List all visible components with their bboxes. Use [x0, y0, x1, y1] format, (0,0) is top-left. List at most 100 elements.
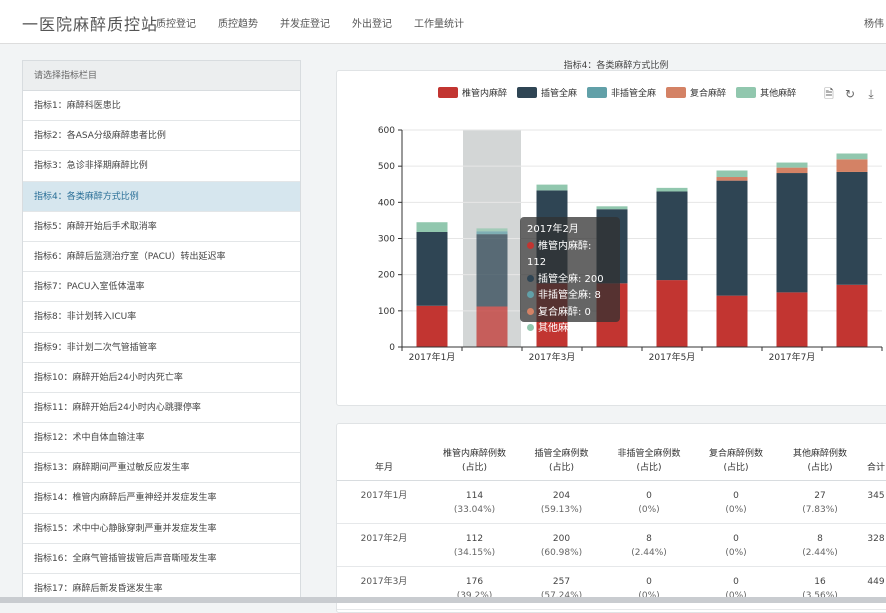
data-table: 年月 椎管内麻醉例数 (占比) 插管全麻例数 (占比) 非插管全麻例数 (占比) 复合麻醉例数… [337, 438, 886, 610]
sidebar-item-indicator-14[interactable]: 指标14：椎管内麻醉后严重神经并发症发生率 [23, 483, 300, 514]
legend-swatch [666, 87, 687, 98]
legend-item-1[interactable]: 椎管内麻醉 [438, 86, 507, 99]
percent-value: (7.83%) [802, 504, 838, 515]
series-dot-icon [527, 324, 534, 331]
series-dot-icon [527, 291, 534, 298]
nav-complication-register[interactable]: 并发症登记 [280, 15, 330, 30]
percent-value: (2.44%) [802, 547, 838, 558]
column-header-sub: (占比) [636, 462, 662, 473]
sidebar-item-indicator-4[interactable]: 指标4：各类麻醉方式比例 [23, 181, 300, 212]
bar-segment [716, 180, 748, 296]
nav-workload-stats[interactable]: 工作量统计 [414, 15, 464, 30]
download-icon[interactable]: ⤓ [864, 87, 878, 101]
column-header: 年月 [337, 438, 431, 481]
user-menu[interactable]: 杨伟 [864, 15, 886, 30]
column-header: 合计 [861, 438, 886, 481]
column-header-label: 插管全麻例数 [534, 448, 589, 459]
sidebar-item-indicator-8[interactable]: 指标8：非计划转入ICU率 [23, 302, 300, 333]
chart-tooltip: 2017年2月 椎管内麻醉: 112 插管全麻: 200 非插管全麻: 8 复合麻醉:… [520, 217, 620, 334]
tooltip-row-text: 非插管全麻: 8 [538, 290, 601, 301]
sidebar-item-indicator-2[interactable]: 指标2：各ASA分级麻醉患者比例 [23, 121, 300, 152]
y-tick-label: 600 [378, 126, 395, 136]
column-header: 其他麻醉例数 (占比) [779, 438, 861, 481]
sidebar-item-indicator-5[interactable]: 指标5：麻醉开始后手术取消率 [23, 212, 300, 242]
bar-segment [776, 162, 808, 168]
sidebar-header: 请选择指标栏目 [23, 61, 300, 91]
x-tick-label: 2017年1月 [409, 351, 456, 363]
legend-item-2[interactable]: 插管全麻 [517, 86, 577, 99]
x-tick-label: 2017年5月 [649, 351, 696, 363]
sidebar-item-indicator-6[interactable]: 指标6：麻醉后监测治疗室（PACU）转出延迟率 [23, 242, 300, 273]
column-header-label: 椎管内麻醉例数 [442, 448, 506, 459]
count-cell: 204 (59.13%) [518, 480, 605, 524]
column-header: 复合麻醉例数 (占比) [693, 438, 779, 481]
count-cell: 0 (0%) [693, 480, 779, 524]
nav-quality-register[interactable]: 质控登记 [156, 15, 196, 30]
count-value: 204 [552, 490, 571, 501]
legend-item-3[interactable]: 非插管全麻 [587, 86, 656, 99]
count-value: 8 [646, 533, 652, 544]
legend-item-5[interactable]: 其他麻醉 [736, 86, 796, 99]
sidebar-item-indicator-16[interactable]: 指标16：全麻气管插管拔管后声音嘶哑发生率 [23, 544, 300, 574]
bar-segment [836, 284, 868, 347]
bar-segment [656, 191, 688, 281]
sidebar-item-indicator-9[interactable]: 指标9：非计划二次气管插管率 [23, 333, 300, 363]
chart-toolbox: 🗎 ↻ ⤓ [822, 87, 878, 101]
count-value: 0 [733, 533, 739, 544]
count-value: 0 [646, 576, 652, 587]
tooltip-row: 椎管内麻醉: 112 [527, 239, 613, 272]
nav-outing-register[interactable]: 外出登记 [352, 15, 392, 30]
nav-quality-trend[interactable]: 质控趋势 [218, 15, 258, 30]
legend-label: 复合麻醉 [690, 89, 727, 99]
sidebar-item-indicator-1[interactable]: 指标1：麻醉科医患比 [23, 91, 300, 122]
sidebar-item-indicator-11[interactable]: 指标11：麻醉开始后24小时内心跳骤停率 [23, 393, 300, 424]
indicator-list: 指标1：麻醉科医患比 指标2：各ASA分级麻醉患者比例 指标3：急诊非择期麻醉比例指… [23, 91, 300, 602]
legend-swatch [438, 87, 458, 98]
y-tick-label: 0 [389, 343, 395, 353]
sidebar-item-indicator-10[interactable]: 指标10：麻醉开始后24小时内死亡率 [23, 363, 300, 393]
count-value: 0 [733, 576, 739, 587]
bar-segment [836, 153, 868, 160]
column-header-sub: (占比) [807, 462, 833, 473]
data-view-icon[interactable]: 🗎 [822, 87, 836, 101]
sidebar-item-indicator-7[interactable]: 指标7：PACU入室低体温率 [23, 272, 300, 303]
tooltip-title: 2017年2月 [527, 224, 579, 235]
table-header-row: 年月 椎管内麻醉例数 (占比) 插管全麻例数 (占比) 非插管全麻例数 (占比) 复合麻醉例数… [337, 438, 886, 481]
sidebar-item-indicator-13[interactable]: 指标13：麻醉期间严重过敏反应发生率 [23, 453, 300, 484]
y-tick-label: 200 [378, 271, 395, 281]
column-header-sub: (占比) [461, 462, 488, 473]
sidebar-item-indicator-15[interactable]: 指标15：术中中心静脉穿刺严重并发症发生率 [23, 514, 300, 544]
total-cell: 328 [861, 523, 886, 567]
count-cell: 112 (34.15%) [431, 523, 518, 567]
bar-segment [716, 177, 748, 181]
bar-segment [836, 159, 868, 172]
count-cell: 0 (0%) [693, 523, 779, 567]
main-nav: 质控登记 质控趋势 并发症登记 外出登记 工作量统计 [156, 15, 464, 30]
legend-label: 椎管内麻醉 [462, 89, 508, 99]
refresh-icon[interactable]: ↻ [843, 87, 857, 101]
y-tick-label: 500 [378, 162, 395, 172]
bar-segment [416, 231, 448, 306]
tooltip-row-text: 椎管内麻醉: 112 [527, 240, 592, 269]
table-row: 2017年2月 112 (34.15%) 200 (60.98%) 8 (2.44%) 0 (0… [337, 523, 886, 567]
count-value: 16 [814, 576, 826, 587]
column-header-label: 年月 [374, 462, 393, 473]
column-header-sub: (占比) [548, 462, 575, 473]
y-tick-label: 100 [378, 307, 395, 317]
series-dot-icon [527, 241, 534, 249]
sidebar-item-indicator-3[interactable]: 指标3：急诊非择期麻醉比例 [23, 151, 300, 182]
column-header: 非插管全麻例数 (占比) [605, 438, 693, 481]
count-value: 0 [733, 490, 739, 501]
count-value: 0 [646, 490, 652, 501]
count-value: 27 [814, 490, 826, 501]
count-cell: 200 (60.98%) [518, 523, 605, 567]
sidebar-item-indicator-12[interactable]: 指标12：术中自体血输注率 [23, 423, 300, 454]
column-header: 插管全麻例数 (占比) [518, 438, 605, 481]
legend-item-4[interactable]: 复合麻醉 [666, 86, 726, 99]
app-title[interactable]: 一医院麻醉质控站 [22, 11, 158, 35]
count-cell: 114 (33.04%) [431, 480, 518, 524]
count-value: 257 [552, 576, 571, 587]
percent-value: (34.15%) [453, 547, 496, 558]
tooltip-row: 其他麻醉: 8 [527, 321, 613, 338]
percent-value: (0%) [638, 504, 660, 515]
